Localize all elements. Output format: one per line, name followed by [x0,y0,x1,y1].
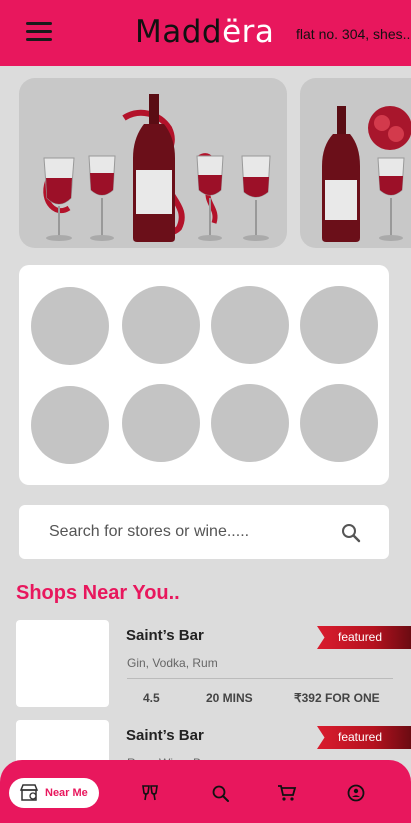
category-item[interactable] [31,287,109,365]
shop-name: Saint’s Bar [126,727,204,744]
wine-banner-illustration [43,94,271,242]
cart-icon[interactable] [277,784,297,802]
shop-delivery-time: 20 MINS [206,691,253,705]
search-icon[interactable] [341,523,361,543]
search-input[interactable] [49,505,339,559]
shop-tags: Gin, Vodka, Rum [127,656,218,670]
category-item[interactable] [211,286,289,364]
shop-card[interactable]: Saint’s Bar Gin, Vodka, Rum featured 4.5… [16,620,411,708]
category-item[interactable] [211,384,289,462]
search-bar [19,505,389,559]
hamburger-menu-icon[interactable] [26,22,52,42]
nav-near-me[interactable]: Near Me [9,778,99,808]
brand-logo: Maddëra [135,14,275,50]
promo-banner-wine-2[interactable] [300,78,411,248]
section-title: Shops Near You.. [16,582,180,604]
divider [127,678,393,679]
store-icon [19,784,39,801]
profile-icon[interactable] [346,784,366,802]
search-icon[interactable] [211,784,231,802]
shop-price: ₹392 FOR ONE [294,691,380,705]
shop-name: Saint’s Bar [126,627,204,644]
category-item[interactable] [31,386,109,464]
category-item[interactable] [300,286,378,364]
app-header: Maddëra flat no. 304, shes... [0,0,411,66]
category-grid [19,265,389,485]
bottom-navigation: Near Me [0,760,411,823]
nav-near-me-label: Near Me [45,787,88,799]
delivery-address[interactable]: flat no. 304, shes... [296,26,411,42]
cheers-icon[interactable] [140,784,160,802]
wine-banner-illustration-2 [322,106,411,242]
featured-badge: featured [317,726,411,749]
shop-thumbnail [16,620,109,707]
featured-badge: featured [317,626,411,649]
category-item[interactable] [122,286,200,364]
category-item[interactable] [122,384,200,462]
shop-rating: 4.5 [143,691,160,705]
promo-banner-wine[interactable] [19,78,287,248]
category-item[interactable] [300,384,378,462]
